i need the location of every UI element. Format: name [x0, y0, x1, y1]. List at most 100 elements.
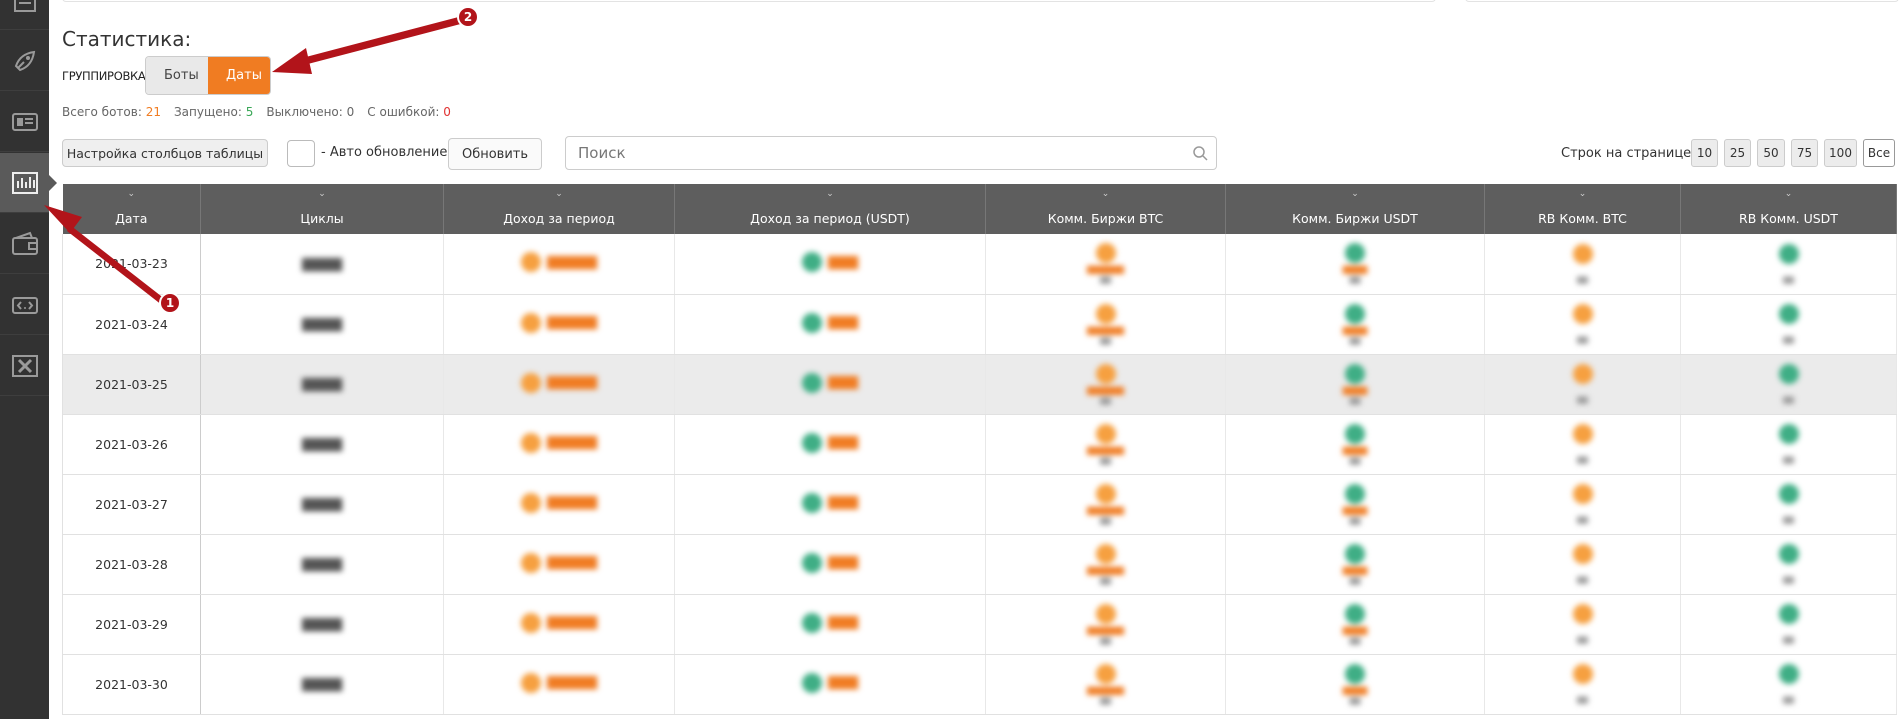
cell-rb-fee-usdt: ▇▇ — [1680, 294, 1897, 355]
column-header[interactable]: ⌄ Дата — [62, 184, 201, 234]
blurred-value: ▇▇ — [1681, 243, 1896, 284]
cell-date: 2021-03-23 — [62, 234, 201, 295]
table-row[interactable]: 2021-03-30 ▇▇▇▇ ▇▇▇▇▇ ▇▇▇ ▇▇▇▇▇▇ ▇▇ ▇▇▇▇ ▇▇ ▇▇ … — [62, 654, 1897, 715]
btc-icon — [521, 432, 541, 453]
cell-rb-fee-btc: ▇▇ — [1484, 354, 1681, 415]
stats-table: ⌄ Дата ⌄ Циклы ⌄ Доход за период ⌄ Доход за … — [62, 184, 1897, 715]
rows-per-page-label: Строк на странице — [1561, 146, 1692, 161]
sidebar-item-news[interactable] — [0, 92, 49, 152]
usdt-icon — [1345, 363, 1365, 384]
rocket-icon — [14, 50, 35, 71]
blurred-value: ▇▇▇▇ ▇▇ — [1226, 303, 1484, 345]
search-input[interactable] — [566, 137, 1166, 169]
annotation-badge-1: 1 — [159, 292, 181, 314]
table-row[interactable]: 2021-03-23 ▇▇▇▇ ▇▇▇▇▇ ▇▇▇ ▇▇▇▇▇▇ ▇▇ ▇▇▇▇ ▇▇ ▇▇ … — [62, 234, 1897, 295]
table-row[interactable]: 2021-03-26 ▇▇▇▇ ▇▇▇▇▇ ▇▇▇ ▇▇▇▇▇▇ ▇▇ ▇▇▇▇ ▇▇ ▇▇ … — [62, 414, 1897, 475]
cell-income-usdt: ▇▇▇ — [674, 294, 986, 355]
cell-income-usdt: ▇▇▇ — [674, 354, 986, 415]
btc-icon — [521, 312, 541, 333]
sidebar-item-api[interactable] — [0, 275, 49, 335]
columns-settings-button[interactable]: Настройка столбцов таблицы — [62, 139, 268, 167]
cell-exchange-fee-btc: ▇▇▇▇▇▇ ▇▇ — [985, 534, 1226, 595]
stat-running: Запущено: 5 — [173, 105, 254, 119]
search-icon[interactable] — [1192, 145, 1208, 161]
table-row[interactable]: 2021-03-29 ▇▇▇▇ ▇▇▇▇▇ ▇▇▇ ▇▇▇▇▇▇ ▇▇ ▇▇▇▇ ▇▇ ▇▇ … — [62, 594, 1897, 655]
blurred-value: ▇▇▇▇ — [302, 317, 342, 332]
cell-cycles: ▇▇▇▇ — [200, 534, 444, 595]
wallet-icon — [11, 231, 38, 255]
blurred-value: ▇▇▇▇ ▇▇ — [1226, 483, 1484, 525]
btc-icon — [521, 252, 541, 273]
blurred-value: ▇▇ — [1681, 364, 1896, 404]
usdt-icon — [1345, 603, 1365, 624]
rows-per-page-25[interactable]: 25 — [1724, 139, 1751, 167]
sort-chevron-icon: ⌄ — [127, 189, 136, 199]
btc-icon — [1095, 663, 1116, 684]
usdt-icon — [1778, 424, 1799, 444]
sidebar-item-wallet[interactable] — [0, 214, 49, 274]
group-by-bots-button[interactable]: Боты — [146, 57, 208, 94]
rows-per-page-all[interactable]: Все — [1863, 139, 1895, 167]
stat-total: Всего ботов: 21 — [62, 105, 161, 119]
cell-income-usdt: ▇▇▇ — [674, 234, 986, 295]
cell-rb-fee-btc: ▇▇ — [1484, 594, 1681, 655]
column-header[interactable]: ⌄ Доход за период (USDT) — [674, 184, 986, 234]
cell-income: ▇▇▇▇▇ — [443, 414, 675, 475]
table-row[interactable]: 2021-03-27 ▇▇▇▇ ▇▇▇▇▇ ▇▇▇ ▇▇▇▇▇▇ ▇▇ ▇▇▇▇ ▇▇ ▇▇ … — [62, 474, 1897, 535]
usdt-icon — [1345, 483, 1365, 504]
search-box — [565, 136, 1217, 170]
rows-per-page-10[interactable]: 10 — [1691, 139, 1718, 167]
column-header[interactable]: ⌄ Комм. Биржи BTC — [985, 184, 1226, 234]
annotation-badge-2: 2 — [457, 6, 479, 28]
usdt-icon — [1778, 243, 1799, 264]
cell-rb-fee-usdt: ▇▇ — [1680, 354, 1897, 415]
top-panel-right — [1465, 0, 1899, 2]
table-row[interactable]: 2021-03-24 ▇▇▇▇ ▇▇▇▇▇ ▇▇▇ ▇▇▇▇▇▇ ▇▇ ▇▇▇▇ ▇▇ ▇▇ … — [62, 294, 1897, 355]
blurred-value: ▇▇▇▇▇ — [521, 372, 597, 393]
cell-exchange-fee-btc: ▇▇▇▇▇▇ ▇▇ — [985, 474, 1226, 535]
sort-chevron-icon: ⌄ — [1351, 189, 1359, 199]
sidebar-item-monitor[interactable] — [0, 0, 49, 30]
cell-rb-fee-usdt: ▇▇ — [1680, 234, 1897, 295]
btc-icon — [1572, 424, 1593, 444]
blurred-value: ▇▇ — [1681, 664, 1896, 704]
cell-income-usdt: ▇▇▇ — [674, 594, 986, 655]
blurred-value: ▇▇▇▇ — [302, 617, 342, 632]
auto-update-label: - Авто обновление — [321, 145, 448, 160]
sidebar-item-bots[interactable] — [0, 31, 49, 91]
usdt-icon — [1345, 663, 1365, 684]
rows-per-page-50[interactable]: 50 — [1757, 139, 1785, 167]
blurred-value: ▇▇▇ — [802, 492, 858, 513]
bot-stats: Всего ботов: 21 Запущено: 5 Выключено: 0… — [62, 105, 451, 119]
column-header[interactable]: ⌄ RB Комм. USDT — [1680, 184, 1897, 234]
blurred-value: ▇▇ — [1485, 243, 1680, 284]
table-row[interactable]: 2021-03-25 ▇▇▇▇ ▇▇▇▇▇ ▇▇▇ ▇▇▇▇▇▇ ▇▇ ▇▇▇▇ ▇▇ ▇▇ … — [62, 354, 1897, 415]
cell-exchange-fee-usdt: ▇▇▇▇ ▇▇ — [1225, 354, 1485, 415]
cell-cycles: ▇▇▇▇ — [200, 594, 444, 655]
cell-cycles: ▇▇▇▇ — [200, 414, 444, 475]
btc-icon — [521, 612, 541, 633]
column-header[interactable]: ⌄ RB Комм. BTC — [1484, 184, 1681, 234]
blurred-value: ▇▇▇▇ — [302, 677, 342, 692]
cell-exchange-fee-usdt: ▇▇▇▇ ▇▇ — [1225, 414, 1485, 475]
table-row[interactable]: 2021-03-28 ▇▇▇▇ ▇▇▇▇▇ ▇▇▇ ▇▇▇▇▇▇ ▇▇ ▇▇▇▇ ▇▇ ▇▇ … — [62, 534, 1897, 595]
sidebar-item-tools[interactable] — [0, 336, 49, 396]
usdt-icon — [802, 432, 822, 453]
usdt-icon — [1345, 543, 1365, 564]
sidebar-item-statistics[interactable] — [0, 153, 57, 213]
column-header[interactable]: ⌄ Комм. Биржи USDT — [1225, 184, 1485, 234]
refresh-button[interactable]: Обновить — [448, 138, 542, 170]
btc-icon — [521, 552, 541, 573]
btc-icon — [1095, 423, 1116, 444]
btc-icon — [1572, 604, 1593, 624]
column-header[interactable]: ⌄ Циклы — [200, 184, 444, 234]
blurred-value: ▇▇▇▇▇▇ ▇▇ — [986, 303, 1225, 345]
cell-exchange-fee-usdt: ▇▇▇▇ ▇▇ — [1225, 474, 1485, 535]
rows-per-page-75[interactable]: 75 — [1791, 139, 1818, 167]
cell-income-usdt: ▇▇▇ — [674, 474, 986, 535]
column-header[interactable]: ⌄ Доход за период — [443, 184, 675, 234]
auto-update-checkbox[interactable] — [287, 140, 315, 167]
code-icon — [11, 296, 38, 314]
rows-per-page-100[interactable]: 100 — [1824, 139, 1857, 167]
group-by-dates-button[interactable]: Даты — [208, 57, 270, 94]
